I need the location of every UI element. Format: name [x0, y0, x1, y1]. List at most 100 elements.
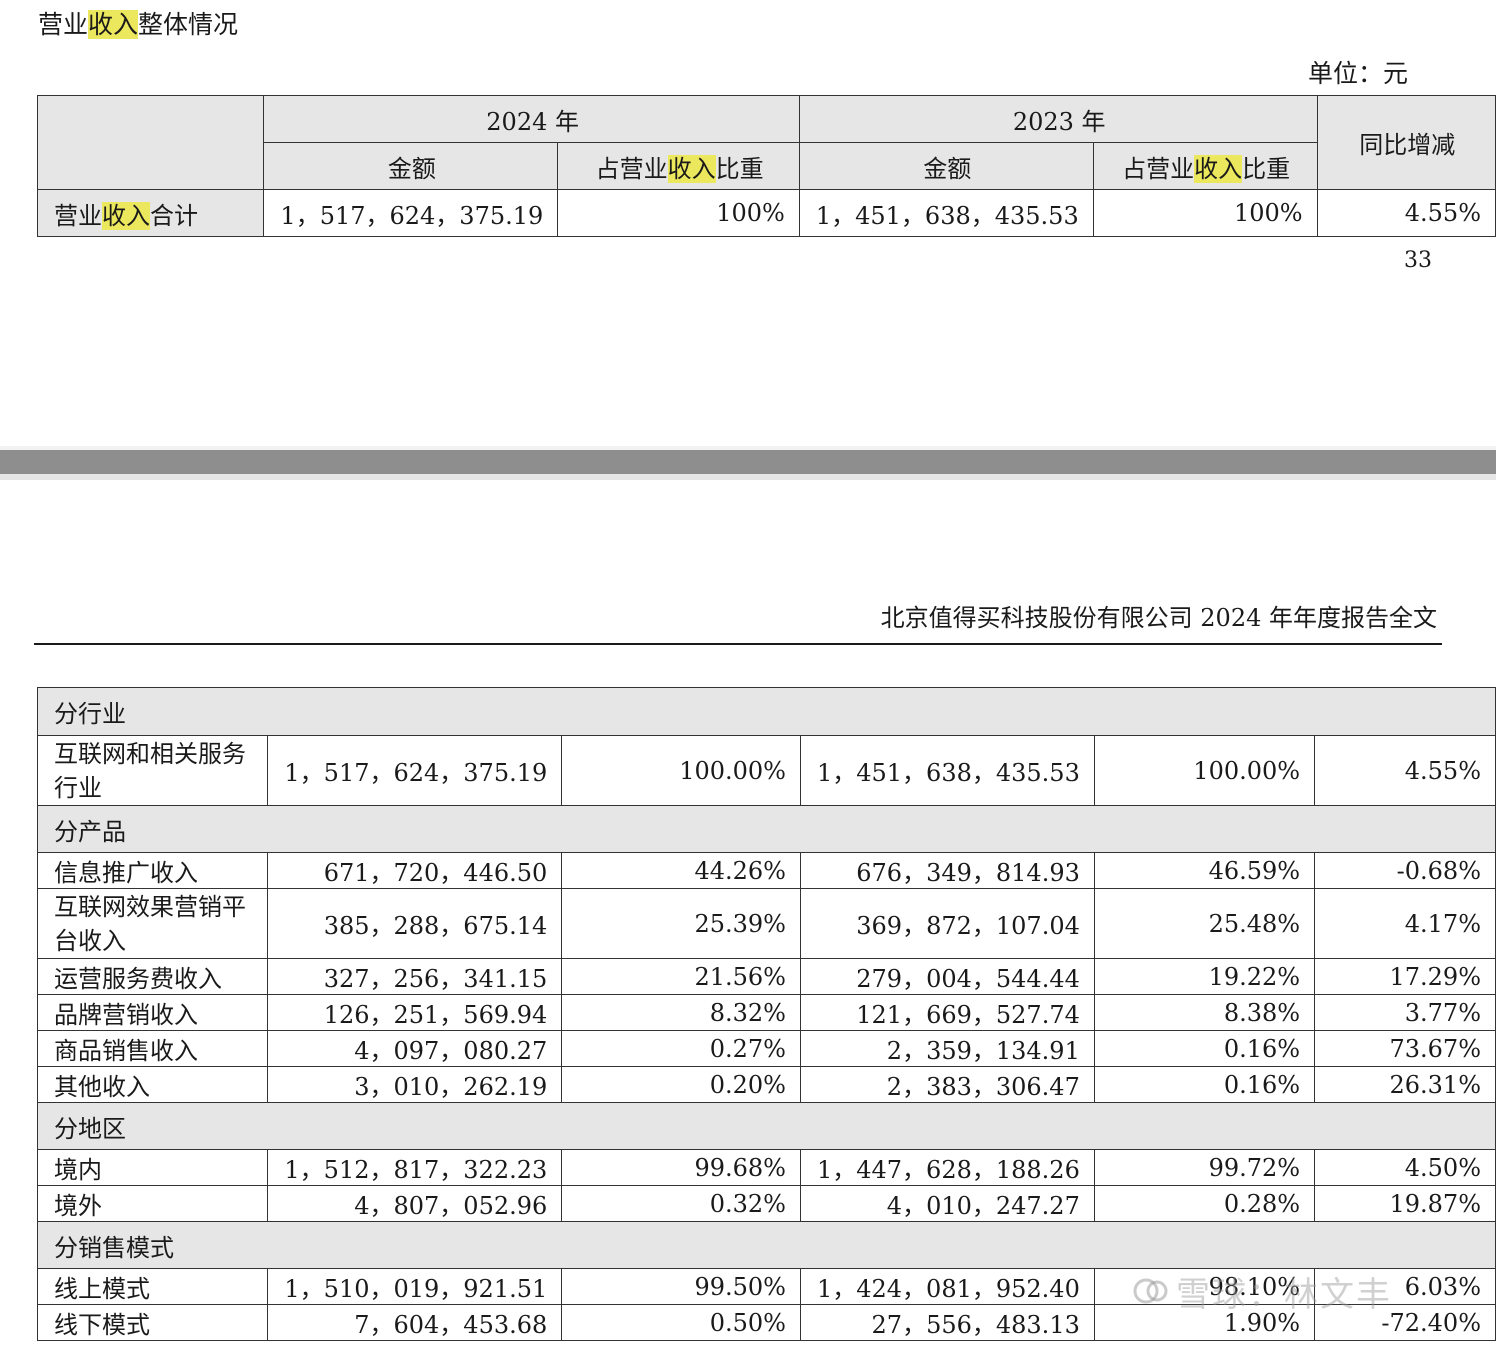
amount-2023: 2，359，134.91 — [799, 1030, 1095, 1067]
share-2023: 0.16% — [1093, 1030, 1316, 1067]
yoy-change: 73.67% — [1314, 1030, 1496, 1067]
section-region: 分地区 — [37, 1102, 1496, 1150]
share-2024: 0.32% — [561, 1185, 801, 1222]
header-rule — [34, 643, 1442, 645]
section-row: 分产品 — [37, 805, 1496, 853]
amount-2023: 1，447，628，188.26 — [799, 1149, 1095, 1186]
amount-2023: 27，556，483.13 — [799, 1304, 1095, 1341]
share-2024: 25.39% — [561, 888, 801, 959]
total-yoy: 4.55% — [1316, 189, 1496, 237]
row-label: 境外 — [36, 1185, 269, 1222]
share-2023: 46.59% — [1093, 852, 1316, 889]
yoy-change: 19.87% — [1314, 1185, 1496, 1222]
amount-2024: 126，251，569.94 — [267, 994, 563, 1031]
total-label: 营业收入合计 — [36, 189, 265, 237]
row-label: 线上模式 — [36, 1268, 269, 1305]
row-label: 线下模式 — [36, 1304, 269, 1341]
row-label: 信息推广收入 — [36, 852, 269, 889]
amount-2024: 3，010，262.19 — [267, 1066, 563, 1103]
header-yoy: 同比增减 — [1316, 95, 1496, 190]
share-2024: 100.00% — [561, 735, 801, 806]
section-title: 营业收入整体情况 — [38, 10, 239, 39]
table-row: 互联网和相关服务行业 1，517，624，375.19 100.00% 1，45… — [36, 735, 1496, 806]
header-share-2024: 占营业收入比重 — [557, 142, 800, 190]
amount-2023: 2，383，306.47 — [799, 1066, 1095, 1103]
amount-2024: 671，720，446.50 — [267, 852, 563, 889]
share-2023: 0.28% — [1093, 1185, 1316, 1222]
amount-2023: 1，451，638，435.53 — [799, 735, 1095, 806]
amount-2023: 369，872，107.04 — [799, 888, 1095, 959]
report-header: 北京值得买科技股份有限公司 2024 年年度报告全文 — [880, 604, 1437, 632]
share-2024: 21.56% — [561, 958, 801, 995]
yoy-change: 4.17% — [1314, 888, 1496, 959]
row-label: 运营服务费收入 — [36, 958, 269, 995]
amount-2023: 279，004，544.44 — [799, 958, 1095, 995]
share-2023: 0.16% — [1093, 1066, 1316, 1103]
table-row: 运营服务费收入 327，256，341.15 21.56% 279，004，54… — [36, 958, 1496, 995]
amount-2024: 7，604，453.68 — [267, 1304, 563, 1341]
yoy-change: 4.55% — [1314, 735, 1496, 806]
amount-2023: 1，424，081，952.40 — [799, 1268, 1095, 1305]
header-amount-2023: 金额 — [798, 142, 1094, 190]
search-highlight: 收入 — [667, 154, 716, 183]
share-2024: 0.20% — [561, 1066, 801, 1103]
section-row: 分销售模式 — [37, 1221, 1496, 1269]
amount-2024: 4，807，052.96 — [267, 1185, 563, 1222]
table-row-total: 营业收入合计 1，517，624，375.19 100% 1，451，638，4… — [36, 189, 1496, 237]
revenue-breakdown-table: 分行业 互联网和相关服务行业 1，517，624，375.19 100.00% … — [36, 687, 1496, 1341]
amount-2024: 4，097，080.27 — [267, 1030, 563, 1067]
section-product: 分产品 — [37, 805, 1496, 853]
snowball-icon — [1132, 1270, 1170, 1320]
header-amount-2024: 金额 — [263, 142, 559, 190]
yoy-change: -0.68% — [1314, 852, 1496, 889]
total-2023-amount: 1，451，638，435.53 — [798, 189, 1094, 237]
section-industry: 分行业 — [37, 687, 1496, 736]
amount-2023: 676，349，814.93 — [799, 852, 1095, 889]
table-row: 商品销售收入 4，097，080.27 0.27% 2，359，134.91 0… — [36, 1030, 1496, 1067]
table-row: 信息推广收入 671，720，446.50 44.26% 676，349，814… — [36, 852, 1496, 889]
yoy-change: 4.50% — [1314, 1149, 1496, 1186]
share-2023: 8.38% — [1093, 994, 1316, 1031]
search-highlight: 收入 — [102, 201, 150, 230]
total-2024-amount: 1，517，624，375.19 — [263, 189, 559, 237]
share-2023: 25.48% — [1093, 888, 1316, 959]
share-2023: 19.22% — [1093, 958, 1316, 995]
amount-2024: 385，288，675.14 — [267, 888, 563, 959]
share-2024: 0.50% — [561, 1304, 801, 1341]
row-label: 互联网效果营销平台收入 — [36, 888, 269, 959]
watermark-text: 雪球：林文丰 — [1176, 1275, 1392, 1315]
share-2024: 0.27% — [561, 1030, 801, 1067]
amount-2023: 121，669，527.74 — [799, 994, 1095, 1031]
row-label: 互联网和相关服务行业 — [36, 735, 269, 806]
watermark: 雪球：林文丰 — [1132, 1270, 1392, 1320]
amount-2024: 1，512，817，322.23 — [267, 1149, 563, 1186]
share-2023: 99.72% — [1093, 1149, 1316, 1186]
table-row: 境内 1，512，817，322.23 99.68% 1，447，628，188… — [36, 1149, 1496, 1186]
row-label: 商品销售收入 — [36, 1030, 269, 1067]
search-highlight: 收入 — [88, 10, 139, 39]
share-2024: 8.32% — [561, 994, 801, 1031]
yoy-change: 26.31% — [1314, 1066, 1496, 1103]
table-row: 其他收入 3，010，262.19 0.20% 2，383，306.47 0.1… — [36, 1066, 1496, 1103]
share-2024: 99.50% — [561, 1268, 801, 1305]
search-highlight: 收入 — [1194, 154, 1243, 183]
header-share-2023: 占营业收入比重 — [1092, 142, 1318, 190]
header-year-2023: 2023 年 — [798, 95, 1318, 143]
total-2024-share: 100% — [557, 189, 800, 237]
amount-2024: 1，510，019，921.51 — [267, 1268, 563, 1305]
unit-label: 单位：元 — [1308, 59, 1409, 88]
section-row: 分地区 — [37, 1102, 1496, 1150]
table-row: 境外 4，807，052.96 0.32% 4，010，247.27 0.28%… — [36, 1185, 1496, 1222]
share-2024: 99.68% — [561, 1149, 801, 1186]
yoy-change: 3.77% — [1314, 994, 1496, 1031]
revenue-summary-table: 2024 年 2023 年 同比增减 金额 占营业收入比重 金额 占营业收入比重… — [36, 95, 1496, 237]
section-sales-mode: 分销售模式 — [37, 1221, 1496, 1269]
table-row: 品牌营销收入 126，251，569.94 8.32% 121，669，527.… — [36, 994, 1496, 1031]
yoy-change: 17.29% — [1314, 958, 1496, 995]
total-2023-share: 100% — [1092, 189, 1318, 237]
amount-2023: 4，010，247.27 — [799, 1185, 1095, 1222]
share-2024: 44.26% — [561, 852, 801, 889]
row-label: 其他收入 — [36, 1066, 269, 1103]
amount-2024: 327，256，341.15 — [267, 958, 563, 995]
page-separator — [0, 446, 1496, 480]
